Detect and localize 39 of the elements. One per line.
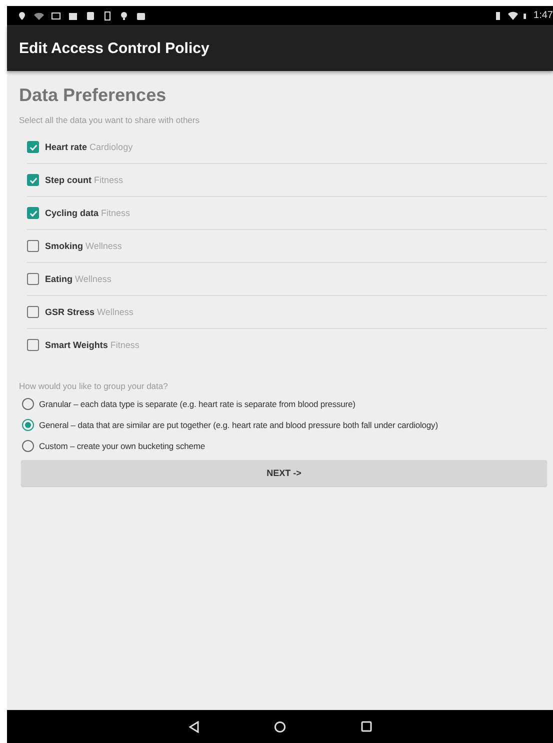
checkbox[interactable]: [27, 240, 39, 252]
back-icon[interactable]: [188, 720, 198, 732]
next-button[interactable]: NEXT ->: [21, 460, 547, 486]
bulb-icon: [119, 10, 129, 20]
image-icon: [51, 10, 61, 20]
radio-label: General – data that are similar are put together (e.g. heart rate and blood pressure both fall under cardiology): [39, 420, 438, 430]
checkbox[interactable]: [27, 273, 39, 285]
recents-icon[interactable]: [360, 721, 372, 732]
radio-button[interactable]: [22, 419, 34, 431]
battery-icon: [522, 10, 529, 20]
gallery-icon: [68, 10, 78, 20]
note-icon: [85, 10, 95, 20]
section-heading: Data Preferences: [19, 85, 168, 106]
data-item-label: Step count Fitness: [45, 175, 124, 185]
radio-label: Granular – each data type is separate (e.g. heart rate is separate from blood pressure): [39, 399, 356, 409]
data-item-label: Cycling data Fitness: [45, 208, 130, 218]
wifi-icon: [508, 10, 518, 20]
radio-label: Custom – create your own bucketing scheme: [39, 441, 205, 451]
data-item-label: Heart rate Cardiology: [45, 142, 133, 152]
group-question: How would you like to group your data?: [19, 381, 169, 391]
data-item-label: Smart Weights Fitness: [45, 340, 140, 350]
checkbox[interactable]: [27, 141, 39, 153]
radio-button[interactable]: [22, 440, 34, 452]
wifi-icon: [34, 10, 44, 20]
checkbox[interactable]: [27, 339, 39, 351]
checkbox[interactable]: [27, 306, 39, 318]
location-icon: [17, 10, 27, 20]
checkbox[interactable]: [27, 207, 39, 219]
phone-icon: [102, 10, 112, 20]
data-item-label: Eating Wellness: [45, 274, 112, 284]
app-title: Edit Access Control Policy: [19, 40, 210, 56]
status-time: 1:47: [534, 10, 553, 21]
section-subtitle: Select all the data you want to share with others: [19, 115, 200, 125]
data-item-label: GSR Stress Wellness: [45, 307, 134, 317]
radio-button[interactable]: [22, 398, 34, 410]
chat-icon: [136, 10, 146, 20]
data-item-label: Smoking Wellness: [45, 241, 122, 251]
home-icon[interactable]: [274, 720, 286, 732]
checkbox[interactable]: [27, 174, 39, 186]
